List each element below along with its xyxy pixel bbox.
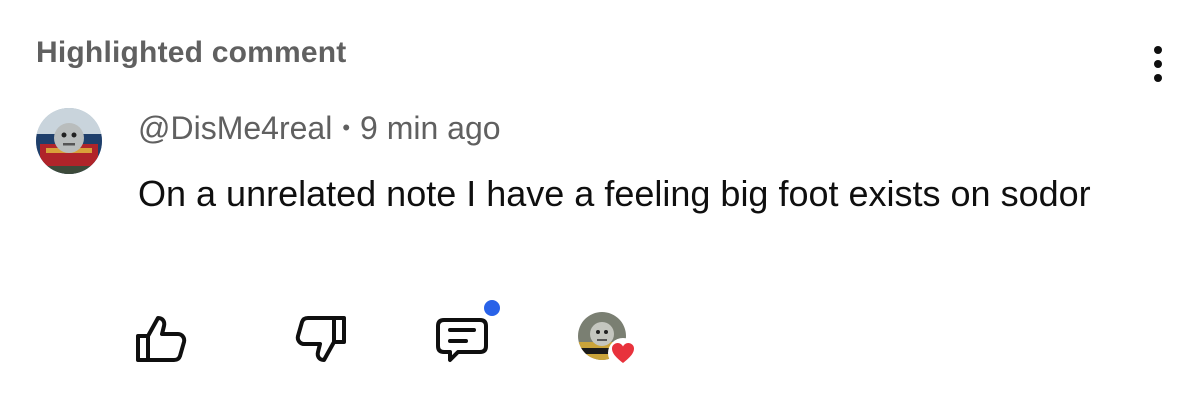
thumb-down-icon xyxy=(295,316,346,362)
heart-icon xyxy=(608,338,638,368)
train-avatar-icon xyxy=(36,108,102,174)
more-dot xyxy=(1154,60,1162,68)
more-dot xyxy=(1154,46,1162,54)
more-options-button[interactable] xyxy=(1142,40,1174,88)
dislike-button[interactable] xyxy=(294,314,350,364)
comment-timestamp[interactable]: 9 min ago xyxy=(360,110,501,146)
author-handle[interactable]: @DisMe4real xyxy=(138,110,332,146)
like-button[interactable] xyxy=(134,314,190,364)
reply-button[interactable] xyxy=(432,300,508,364)
meta-separator: • xyxy=(342,115,351,140)
thumb-up-icon xyxy=(136,316,187,362)
creator-heart-badge xyxy=(578,312,642,370)
highlighted-comment-label: Highlighted comment xyxy=(36,36,347,69)
comment-meta: @DisMe4real • 9 min ago xyxy=(138,110,501,147)
author-avatar[interactable] xyxy=(36,108,102,174)
comment-body: On a unrelated note I have a feeling big… xyxy=(138,173,1091,214)
new-reply-badge xyxy=(484,300,500,316)
more-dot xyxy=(1154,74,1162,82)
